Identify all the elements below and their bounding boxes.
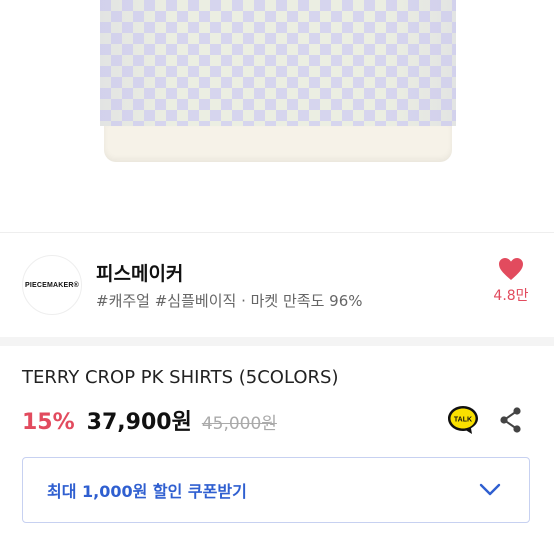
original-price: 45,000원 [201,414,277,434]
brand-row[interactable]: PIECEMAKER® 피스메이커 #캐주얼 #심플베이직 · 마켓 만족도 9… [0,233,554,337]
chevron-down-icon [479,483,501,496]
brand-name[interactable]: 피스메이커 [96,259,183,286]
brand-logo-text: PIECEMAKER® [24,281,80,289]
price-row: 15% 37,900원 45,000원 [22,404,277,436]
coupon-label: 최대 1,000원 할인 쿠폰받기 [47,482,247,501]
shirt-hem [104,126,452,162]
discount-rate: 15% [22,410,75,435]
brand-tags: #캐주얼 #심플베이직 · 마켓 만족도 96% [96,292,363,310]
product-title: TERRY CROP PK SHIRTS (5COLORS) [22,367,339,388]
sale-price: 37,900원 [86,410,192,435]
heart-icon [499,258,523,280]
coupon-button[interactable]: 최대 1,000원 할인 쿠폰받기 [22,457,530,523]
share-icon [500,407,521,433]
share-button[interactable] [498,406,524,434]
like-button[interactable]: 4.8만 [486,257,536,317]
like-count: 4.8만 [493,288,529,304]
shirt-checker-pattern [100,0,456,126]
kakao-talk-button[interactable]: TALK [446,404,480,436]
section-divider [0,337,554,346]
brand-logo[interactable]: PIECEMAKER® [22,255,82,315]
product-image[interactable] [0,0,554,232]
kakao-talk-icon: TALK [448,406,478,434]
talk-label: TALK [454,417,472,424]
